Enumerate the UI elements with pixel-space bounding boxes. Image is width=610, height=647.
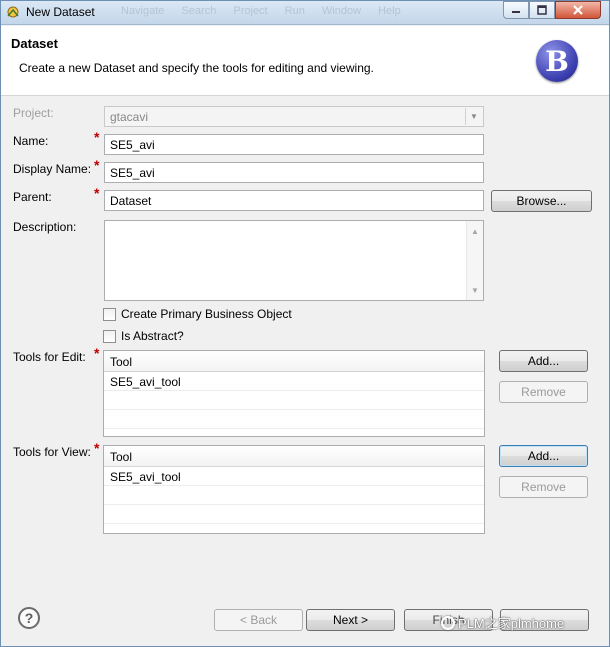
close-button[interactable] [555, 1, 601, 19]
maximize-button[interactable] [529, 1, 555, 19]
new-dataset-dialog: New Dataset Navigate Search Project Run … [0, 0, 610, 647]
window-title: New Dataset [26, 5, 95, 19]
background-menu-ghost: Navigate Search Project Run Window Help [121, 5, 401, 17]
browse-button[interactable]: Browse... [491, 190, 592, 212]
create-primary-bo-label: Create Primary Business Object [121, 307, 292, 321]
table-row[interactable]: SE5_avi_tool [104, 372, 484, 391]
is-abstract-option[interactable]: Is Abstract? [103, 329, 184, 343]
table-header-tool[interactable]: Tool [104, 351, 484, 372]
required-marker: * [94, 345, 100, 361]
maximize-icon [537, 5, 547, 15]
create-primary-bo-option[interactable]: Create Primary Business Object [103, 307, 292, 321]
name-field[interactable] [104, 134, 484, 155]
table-row-empty [104, 486, 484, 505]
eclipse-app-icon [7, 6, 19, 18]
back-button[interactable]: < Back [214, 609, 303, 631]
tools-view-label: Tools for View: [13, 445, 91, 459]
project-label: Project: [13, 106, 54, 120]
description-label: Description: [13, 220, 77, 234]
tools-edit-remove-button[interactable]: Remove [499, 381, 588, 403]
table-row-empty [104, 410, 484, 429]
display-name-label: Display Name: [13, 162, 92, 176]
title-bar[interactable]: New Dataset Navigate Search Project Run … [1, 1, 609, 25]
scroll-down-icon[interactable]: ▼ [467, 282, 483, 298]
next-button[interactable]: Next > [306, 609, 395, 631]
is-abstract-checkbox[interactable] [103, 329, 116, 343]
minimize-icon [512, 11, 520, 13]
required-marker: * [94, 440, 100, 456]
is-abstract-label: Is Abstract? [121, 329, 184, 343]
description-scrollbar[interactable]: ▲ ▼ [466, 221, 483, 300]
tools-view-remove-button[interactable]: Remove [499, 476, 588, 498]
parent-label: Parent: [13, 190, 52, 204]
watermark: PLM之家plmhome [441, 613, 564, 632]
table-row-empty [104, 391, 484, 410]
scroll-up-icon[interactable]: ▲ [467, 223, 483, 239]
required-marker: * [94, 185, 100, 201]
parent-field[interactable] [104, 190, 484, 211]
tools-view-add-button[interactable]: Add... [499, 445, 588, 467]
page-description: Create a new Dataset and specify the too… [19, 61, 374, 75]
minimize-button[interactable] [503, 1, 529, 19]
page-title: Dataset [11, 36, 58, 51]
required-marker: * [94, 129, 100, 145]
tools-edit-add-button[interactable]: Add... [499, 350, 588, 372]
tools-edit-table[interactable]: Tool SE5_avi_tool [103, 350, 485, 437]
tools-edit-label: Tools for Edit: [13, 350, 86, 364]
table-header-tool[interactable]: Tool [104, 446, 484, 467]
table-row[interactable]: SE5_avi_tool [104, 467, 484, 486]
watermark-logo-icon [441, 616, 455, 630]
required-marker: * [94, 157, 100, 173]
project-combo: gtacavi ▼ [104, 106, 484, 127]
name-label: Name: [13, 134, 49, 148]
logo-letter: B [545, 44, 569, 78]
help-icon[interactable]: ? [18, 607, 40, 629]
description-textarea[interactable]: ▲ ▼ [104, 220, 484, 301]
watermark-text: PLM之家plmhome [458, 616, 565, 631]
chevron-down-icon: ▼ [465, 108, 482, 125]
description-value [105, 221, 483, 227]
wizard-header: Dataset Create a new Dataset and specify… [1, 26, 609, 96]
close-icon [573, 5, 583, 15]
product-logo: B [536, 40, 578, 82]
project-value: gtacavi [110, 110, 149, 124]
tools-view-table[interactable]: Tool SE5_avi_tool [103, 445, 485, 534]
display-name-field[interactable] [104, 162, 484, 183]
table-row-empty [104, 505, 484, 524]
create-primary-bo-checkbox[interactable] [103, 307, 116, 321]
